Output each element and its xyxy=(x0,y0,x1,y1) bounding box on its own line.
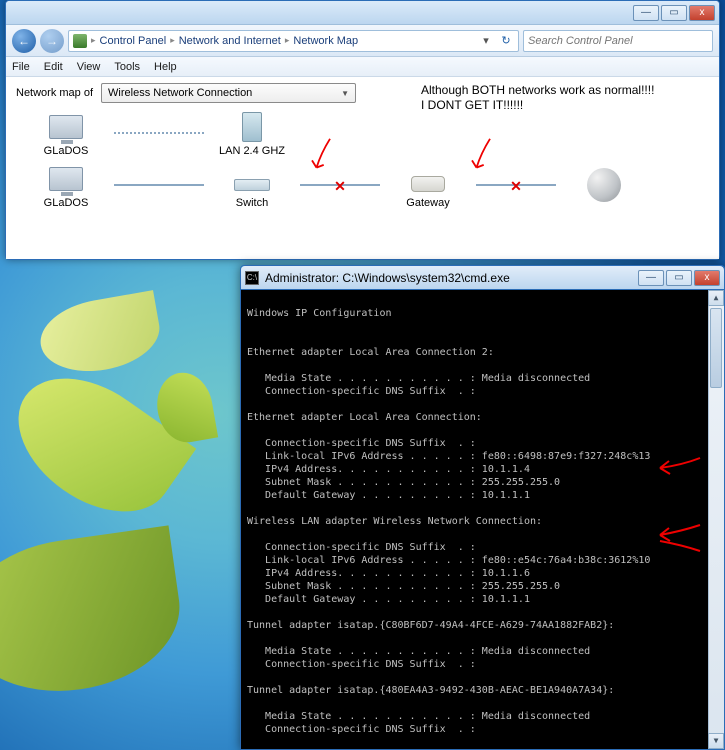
cmd-titlebar[interactable]: C:\ Administrator: C:\Windows\system32\c… xyxy=(241,266,724,290)
chevron-right-icon: ▸ xyxy=(285,35,290,46)
menu-file[interactable]: File xyxy=(12,61,30,73)
close-button[interactable]: x xyxy=(689,5,715,21)
x-icon: ✕ xyxy=(334,178,346,195)
menu-edit[interactable]: Edit xyxy=(44,61,63,73)
device-label: LAN 2.4 GHZ xyxy=(219,145,285,157)
computer-icon xyxy=(49,167,83,191)
access-point-icon xyxy=(242,112,262,142)
device-label: GLaDOS xyxy=(44,197,89,209)
breadcrumb-item[interactable]: Control Panel xyxy=(100,35,167,47)
minimize-button[interactable]: — xyxy=(633,5,659,21)
computer-icon xyxy=(49,115,83,139)
address-bar[interactable]: ▸ Control Panel ▸ Network and Internet ▸… xyxy=(68,30,519,52)
device-gateway[interactable]: Gateway xyxy=(388,161,468,209)
chevron-right-icon: ▸ xyxy=(91,35,96,46)
menu-view[interactable]: View xyxy=(77,61,101,73)
breadcrumb-item[interactable]: Network and Internet xyxy=(179,35,281,47)
switch-icon xyxy=(234,179,270,191)
scroll-down-button[interactable]: ▼ xyxy=(708,733,724,749)
menu-bar: File Edit View Tools Help xyxy=(6,57,719,77)
close-button[interactable]: x xyxy=(694,270,720,286)
connection-select[interactable]: Wireless Network Connection ▼ xyxy=(101,83,356,103)
titlebar[interactable]: — ▭ x xyxy=(6,1,719,25)
minimize-button[interactable]: — xyxy=(638,270,664,286)
explorer-window: — ▭ x ← → ▸ Control Panel ▸ Network and … xyxy=(5,0,720,260)
hand-arrow-annotation xyxy=(616,440,702,500)
connection-select-value: Wireless Network Connection xyxy=(108,87,252,99)
user-annotation: Although BOTH networks work as normal!!!… xyxy=(421,83,701,113)
cmd-output[interactable]: Windows IP Configuration Ethernet adapte… xyxy=(241,290,724,749)
broken-link: ✕ xyxy=(476,184,556,186)
device-this-pc[interactable]: GLaDOS xyxy=(26,109,106,157)
maximize-button[interactable]: ▭ xyxy=(666,270,692,286)
globe-icon xyxy=(587,168,621,202)
network-map-content: Network map of Wireless Network Connecti… xyxy=(6,77,719,259)
cmd-icon: C:\ xyxy=(245,271,259,285)
nav-toolbar: ← → ▸ Control Panel ▸ Network and Intern… xyxy=(6,25,719,57)
search-input[interactable] xyxy=(528,35,708,47)
device-switch[interactable]: Switch xyxy=(212,161,292,209)
scroll-thumb[interactable] xyxy=(710,308,722,388)
scroll-up-button[interactable]: ▲ xyxy=(708,290,724,306)
cmd-title-text: Administrator: C:\Windows\system32\cmd.e… xyxy=(265,271,632,285)
wallpaper-leaf xyxy=(0,525,189,704)
scrollbar[interactable]: ▲ ▼ xyxy=(708,290,724,749)
device-label: Switch xyxy=(236,197,268,209)
device-access-point[interactable]: LAN 2.4 GHZ xyxy=(212,109,292,157)
breadcrumb-item[interactable]: Network Map xyxy=(293,35,358,47)
device-this-pc[interactable]: GLaDOS xyxy=(26,161,106,209)
wallpaper-leaf xyxy=(35,290,165,380)
wireless-link xyxy=(114,132,204,134)
gateway-icon xyxy=(411,176,445,192)
control-panel-icon xyxy=(73,34,87,48)
menu-help[interactable]: Help xyxy=(154,61,177,73)
search-box[interactable] xyxy=(523,30,713,52)
menu-tools[interactable]: Tools xyxy=(114,61,140,73)
cmd-text: Windows IP Configuration Ethernet adapte… xyxy=(247,308,650,749)
chevron-down-icon: ▼ xyxy=(341,89,349,98)
device-label: GLaDOS xyxy=(44,145,89,157)
map-of-label: Network map of xyxy=(16,87,93,99)
chevron-right-icon: ▸ xyxy=(170,35,175,46)
refresh-icon[interactable]: ↻ xyxy=(498,34,514,47)
hand-arrow-annotation xyxy=(616,508,702,578)
address-dropdown-icon[interactable]: ▾ xyxy=(478,34,494,47)
x-icon: ✕ xyxy=(510,178,522,195)
cmd-window: C:\ Administrator: C:\Windows\system32\c… xyxy=(240,265,725,750)
broken-link: ✕ xyxy=(300,184,380,186)
back-button[interactable]: ← xyxy=(12,29,36,53)
maximize-button[interactable]: ▭ xyxy=(661,5,687,21)
wired-link xyxy=(114,184,204,186)
device-internet[interactable] xyxy=(564,167,644,203)
device-label: Gateway xyxy=(406,197,449,209)
forward-button[interactable]: → xyxy=(40,29,64,53)
